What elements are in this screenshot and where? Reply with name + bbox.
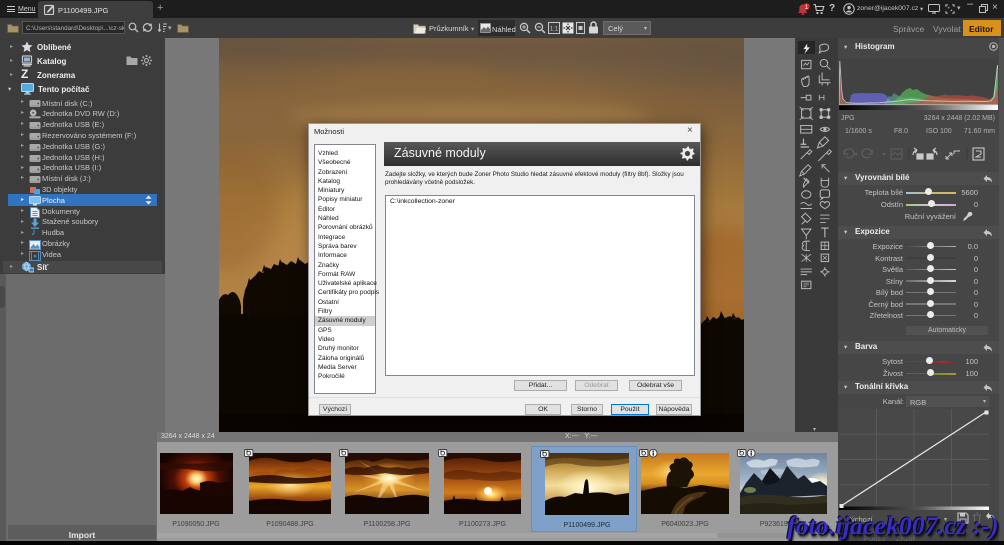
svg-text:1:1: 1:1: [550, 27, 559, 33]
